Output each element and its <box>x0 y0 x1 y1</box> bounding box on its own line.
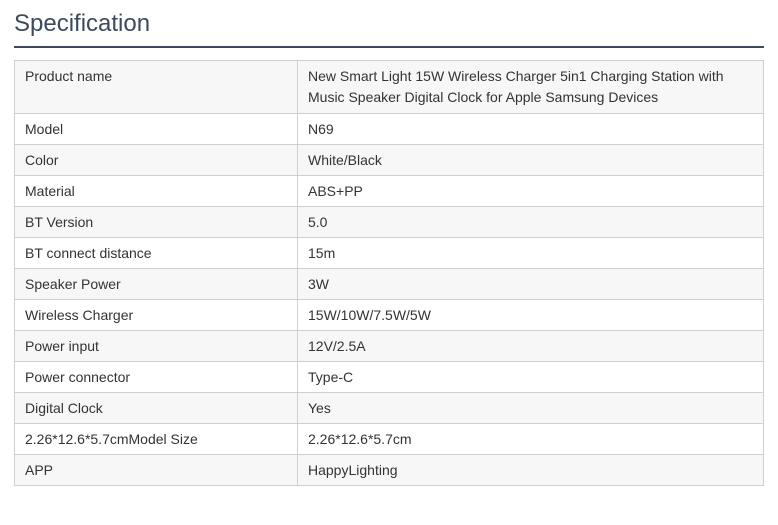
spec-label: Speaker Power <box>14 268 298 300</box>
title-divider <box>14 46 764 48</box>
table-row: Material ABS+PP <box>14 175 764 207</box>
table-row: Power input 12V/2.5A <box>14 330 764 362</box>
spec-value: 5.0 <box>297 206 764 238</box>
spec-table: Product name New Smart Light 15W Wireles… <box>14 60 764 486</box>
spec-label: Power connector <box>14 361 298 393</box>
spec-label: Digital Clock <box>14 392 298 424</box>
section-title: Specification <box>14 10 151 37</box>
spec-label: BT Version <box>14 206 298 238</box>
spec-label: Model <box>14 113 298 145</box>
spec-value: N69 <box>297 113 764 145</box>
spec-value: Yes <box>297 392 764 424</box>
spec-value: 15m <box>297 237 764 269</box>
table-row: Digital Clock Yes <box>14 392 764 424</box>
spec-label: Power input <box>14 330 298 362</box>
table-row: APP HappyLighting <box>14 454 764 486</box>
table-row: BT Version 5.0 <box>14 206 764 238</box>
specification-section: Specification Product name New Smart Lig… <box>0 0 778 525</box>
spec-value: HappyLighting <box>297 454 764 486</box>
table-row: Speaker Power 3W <box>14 268 764 300</box>
table-row: Color White/Black <box>14 144 764 176</box>
spec-value: 2.26*12.6*5.7cm <box>297 423 764 455</box>
spec-value: 12V/2.5A <box>297 330 764 362</box>
table-row: Product name New Smart Light 15W Wireles… <box>14 60 764 114</box>
table-row: 2.26*12.6*5.7cmModel Size 2.26*12.6*5.7c… <box>14 423 764 455</box>
spec-value: White/Black <box>297 144 764 176</box>
spec-label: Wireless Charger <box>14 299 298 331</box>
spec-value: New Smart Light 15W Wireless Charger 5in… <box>297 60 764 114</box>
table-row: Model N69 <box>14 113 764 145</box>
spec-value: 15W/10W/7.5W/5W <box>297 299 764 331</box>
table-row: Wireless Charger 15W/10W/7.5W/5W <box>14 299 764 331</box>
spec-label: BT connect distance <box>14 237 298 269</box>
spec-value: Type-C <box>297 361 764 393</box>
spec-label: APP <box>14 454 298 486</box>
spec-label: Material <box>14 175 298 207</box>
table-row: Power connector Type-C <box>14 361 764 393</box>
spec-label: Product name <box>14 60 298 114</box>
table-row: BT connect distance 15m <box>14 237 764 269</box>
spec-label: 2.26*12.6*5.7cmModel Size <box>14 423 298 455</box>
spec-value: 3W <box>297 268 764 300</box>
spec-label: Color <box>14 144 298 176</box>
spec-value: ABS+PP <box>297 175 764 207</box>
